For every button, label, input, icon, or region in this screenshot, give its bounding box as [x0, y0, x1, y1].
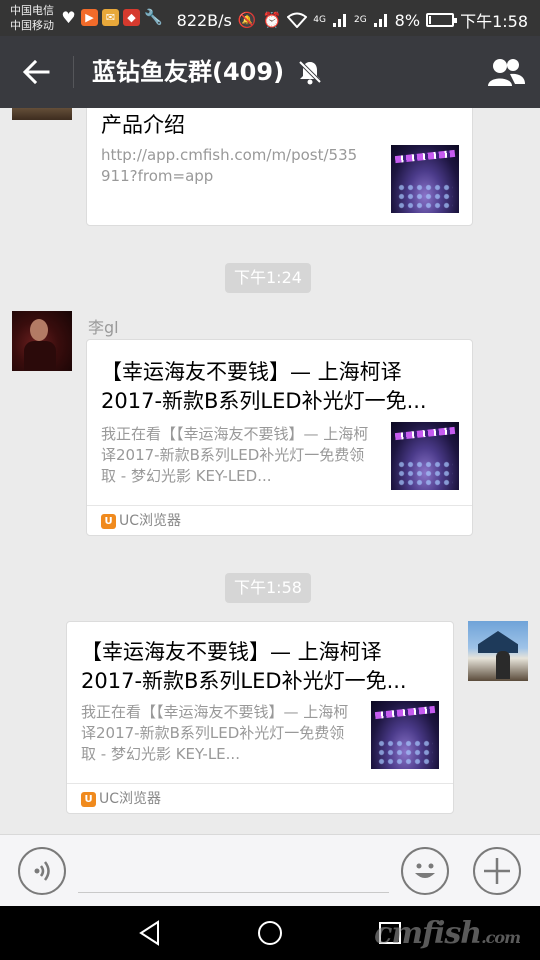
more-button[interactable] [473, 847, 521, 895]
system-nav-bar: cmfish.com [0, 906, 540, 960]
watermark: cmfish.com [374, 916, 521, 951]
card-title: 产品介绍 [101, 113, 185, 137]
uc-browser-icon: U [101, 514, 116, 529]
card-title-line-2: 2017-新款B系列LED补光灯一免... [101, 389, 427, 413]
carrier-1: 中国电信 [10, 4, 54, 17]
back-triangle-icon[interactable] [136, 919, 164, 947]
notification-icons: ♥ ▶ ✉ ◆ 🔧 [60, 8, 163, 27]
card-url: http://app.cmfish.com/m/post/535911?from… [101, 146, 358, 185]
input-bar [0, 834, 540, 906]
timestamp: 下午1:58 [225, 573, 311, 603]
voice-icon [34, 861, 50, 881]
voice-button[interactable] [18, 847, 66, 895]
wrench-icon: 🔧 [144, 8, 163, 26]
chat-title: 蓝钻鱼友群(409) [92, 58, 285, 86]
wifi-icon [287, 12, 308, 28]
home-circle-icon[interactable] [256, 919, 284, 947]
emoji-icon [415, 863, 435, 878]
video-app-icon: ▶ [81, 9, 98, 26]
uc-browser-icon: U [81, 792, 96, 807]
group-icon[interactable] [486, 54, 526, 90]
link-card-message[interactable]: 【幸运海友不要钱】— 上海柯译 2017-新款B系列LED补光灯一免... 我正… [66, 621, 454, 814]
chat-header: 蓝钻鱼友群(409) [0, 36, 540, 108]
status-bar: 中国电信 中国移动 ♥ ▶ ✉ ◆ 🔧 822B/s 🔕 ⏰ 4G 2G 8% … [0, 0, 540, 36]
title-divider [73, 56, 74, 88]
message-input[interactable] [78, 847, 389, 893]
watermark-main: cmfish [374, 916, 482, 951]
red-app-icon: ◆ [123, 9, 140, 26]
avatar[interactable] [12, 311, 72, 371]
message-list[interactable]: 产品介绍 http://app.cmfish.com/m/post/535911… [0, 108, 540, 834]
card-description: 我正在看【【幸运海友不要钱】— 上海柯译2017-新款B系列LED补光灯一免费领… [101, 425, 369, 485]
battery-fill [429, 16, 432, 24]
card-title-line-2: 2017-新款B系列LED补光灯一免... [81, 669, 407, 693]
card-footer: U UC浏览器 [87, 505, 472, 535]
card-footer: U UC浏览器 [67, 783, 453, 813]
signal-1-label: 4G [313, 15, 326, 25]
card-title-line-1: 【幸运海友不要钱】— 上海柯译 [81, 640, 382, 664]
carrier-labels: 中国电信 中国移动 [10, 3, 54, 33]
card-thumbnail [371, 701, 439, 769]
avatar-self[interactable] [468, 621, 528, 681]
notification-app-icon: ✉ [102, 9, 119, 26]
signal-icon-2 [373, 14, 387, 27]
card-description: 我正在看【【幸运海友不要钱】— 上海柯译2017-新款B系列LED补光灯一免费领… [81, 703, 349, 763]
bell-off-icon [298, 60, 322, 85]
battery-percent: 8% [394, 10, 421, 30]
emoji-button[interactable] [401, 847, 449, 895]
card-title-line-1: 【幸运海友不要钱】— 上海柯译 [101, 360, 402, 384]
card-thumbnail [391, 145, 459, 213]
card-source: UC浏览器 [99, 791, 162, 807]
link-card-message[interactable]: 【幸运海友不要钱】— 上海柯译 2017-新款B系列LED补光灯一免... 我正… [86, 339, 473, 536]
alarm-icon: ⏰ [262, 11, 282, 29]
card-thumbnail [391, 422, 459, 490]
status-right: 822B/s 🔕 ⏰ 4G 2G 8% 下午1:58 [177, 8, 528, 32]
signal-2-label: 2G [353, 15, 367, 25]
avatar[interactable] [12, 108, 72, 120]
signal-icon [332, 14, 346, 27]
link-card-message[interactable]: 产品介绍 http://app.cmfish.com/m/post/535911… [86, 108, 473, 226]
card-source: UC浏览器 [119, 513, 182, 529]
mute-icon: 🔕 [237, 11, 257, 29]
heart-rate-icon: ♥ [61, 8, 76, 27]
carrier-2: 中国移动 [10, 19, 54, 32]
timestamp: 下午1:24 [225, 263, 311, 293]
battery-icon [426, 13, 458, 27]
sender-name: 李gl [88, 318, 119, 337]
arrow-left-icon[interactable] [18, 54, 54, 90]
plus-icon [484, 858, 510, 884]
clock: 下午1:58 [460, 12, 528, 31]
network-speed: 822B/s [176, 10, 232, 30]
watermark-suffix: .com [481, 928, 521, 947]
